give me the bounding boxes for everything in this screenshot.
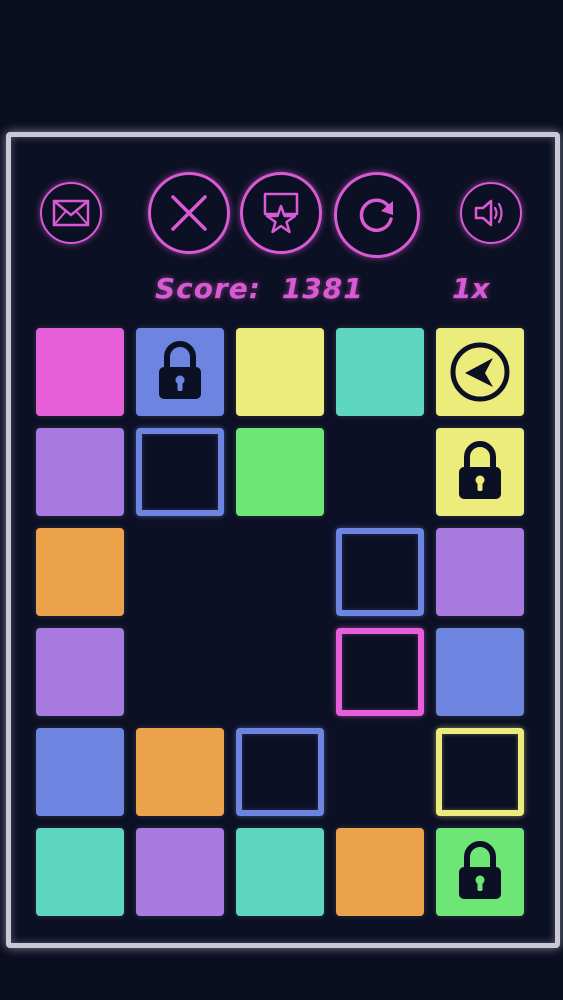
close-button[interactable] [148,172,230,254]
tile-purple[interactable] [36,428,124,516]
lock-icon [155,341,205,403]
tile-yellow[interactable] [436,328,524,416]
tile-yellow[interactable] [436,428,524,516]
restart-icon [359,198,393,232]
empty-slot-pink[interactable] [336,628,424,716]
tile-purple[interactable] [436,528,524,616]
mail-icon [52,199,90,227]
score-display: Score: 1381 [155,272,364,305]
tile-teal[interactable] [336,328,424,416]
score-value: 1381 [281,272,364,305]
speaker-icon [474,199,503,227]
tile-purple[interactable] [136,828,224,916]
tile-orange[interactable] [136,728,224,816]
mail-button[interactable] [40,182,102,244]
restart-button[interactable] [334,172,420,258]
close-icon [171,195,207,231]
star-badge-icon [263,192,299,234]
sound-button[interactable] [460,182,522,244]
tile-orange[interactable] [336,828,424,916]
lock-icon [455,441,505,503]
arrow-left-icon [448,340,512,404]
tile-green[interactable] [236,428,324,516]
score-label: Score: [155,272,261,305]
tile-blue[interactable] [136,328,224,416]
rate-button[interactable] [240,172,322,254]
tile-orange[interactable] [36,528,124,616]
lock-icon [455,841,505,903]
tile-yellow[interactable] [236,328,324,416]
empty-slot-blue[interactable] [136,428,224,516]
empty-slot-yellow[interactable] [436,728,524,816]
tile-blue[interactable] [36,728,124,816]
tile-teal[interactable] [236,828,324,916]
empty-slot-blue[interactable] [236,728,324,816]
empty-slot-blue[interactable] [336,528,424,616]
tile-purple[interactable] [36,628,124,716]
tile-pink[interactable] [36,328,124,416]
tile-green[interactable] [436,828,524,916]
tile-teal[interactable] [36,828,124,916]
multiplier-display: 1x [452,272,490,305]
tile-blue[interactable] [436,628,524,716]
